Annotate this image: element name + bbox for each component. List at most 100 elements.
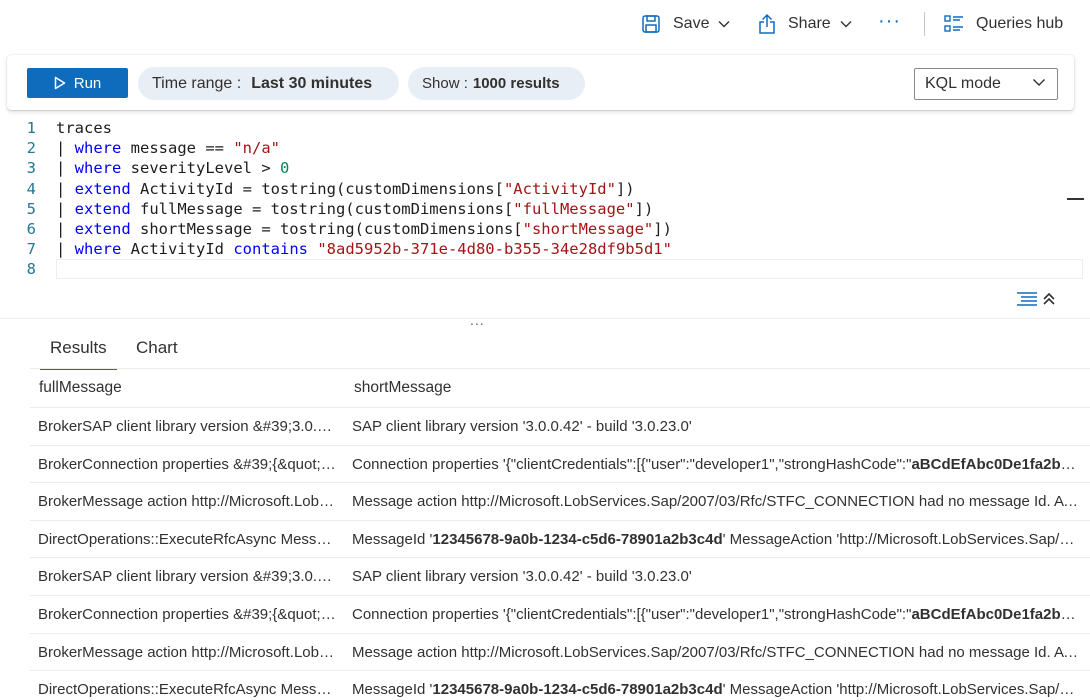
cell-text: SAP client library version '3.0.0.42' - … — [352, 568, 692, 585]
queries-hub-icon — [944, 15, 964, 33]
play-icon — [54, 76, 66, 90]
code-token: where — [75, 159, 122, 177]
code-token: message == — [121, 139, 233, 157]
cell-shortmessage: Connection properties '{"clientCredentia… — [352, 456, 1082, 473]
table-row[interactable]: BrokerSAP client library version &#39;3.… — [30, 558, 1090, 596]
time-range-picker[interactable]: Time range : Last 30 minutes — [138, 67, 399, 100]
cell-text: Message action http://Microsoft.LobServi… — [352, 493, 1082, 510]
code-line[interactable]: 4 | extend ActivityId = tostring(customDi… — [0, 179, 1090, 199]
time-range-value: Last 30 minutes — [251, 75, 372, 93]
table-row[interactable]: DirectOperations::ExecuteRfcAsync Messag… — [30, 671, 1090, 700]
share-label: Share — [788, 15, 831, 33]
cell-fullmessage: BrokerConnection properties &#39;{&quot;… — [38, 456, 338, 473]
cell-shortmessage: Message action http://Microsoft.LobServi… — [352, 493, 1082, 510]
code-text: | extend shortMessage = tostring(customD… — [56, 219, 672, 239]
code-text: | where ActivityId contains "8ad5952b-37… — [56, 239, 672, 259]
pane-splitter[interactable]: ... — [470, 312, 485, 328]
tab-chart[interactable]: Chart — [136, 338, 178, 368]
table-row[interactable]: BrokerConnection properties &#39;{&quot;… — [30, 596, 1090, 634]
query-mode-dropdown[interactable]: KQL mode — [914, 68, 1058, 100]
table-row[interactable]: BrokerMessage action http://Microsoft.Lo… — [30, 634, 1090, 672]
save-button[interactable]: Save — [641, 12, 731, 36]
code-token: extend — [75, 180, 131, 198]
queries-hub-label: Queries hub — [976, 15, 1063, 33]
code-line[interactable]: 6 | extend shortMessage = tostring(custom… — [0, 219, 1090, 239]
run-button[interactable]: Run — [27, 68, 128, 98]
code-token: where — [75, 139, 122, 157]
code-token: fullMessage = tostring(customDimensions[ — [131, 200, 514, 218]
code-text: | extend fullMessage = tostring(customDi… — [56, 199, 653, 219]
code-token: where — [75, 240, 122, 258]
code-token: "n/a" — [233, 139, 280, 157]
more-icon: ··· — [878, 10, 901, 33]
cell-fullmessage: DirectOperations::ExecuteRfcAsync Messag… — [38, 531, 338, 548]
query-mode-value: KQL mode — [925, 75, 1001, 93]
chevron-down-icon — [839, 17, 853, 31]
code-token: "fullMessage" — [513, 200, 634, 218]
code-token: | — [56, 159, 75, 177]
highlighted-value: aBCdEfAbc0De1fa2b3c4d5e6f — [911, 606, 1082, 623]
cell-fullmessage: BrokerSAP client library version &#39;3.… — [38, 418, 338, 435]
share-icon — [757, 13, 777, 35]
code-line[interactable]: 7| where ActivityId contains "8ad5952b-3… — [0, 239, 1090, 259]
cell-fullmessage: DirectOperations::ExecuteRfcAsync Messag… — [38, 681, 338, 698]
cell-fullmessage: BrokerConnection properties &#39;{&quot;… — [38, 606, 338, 623]
code-token: traces — [56, 119, 112, 137]
column-header-fullmessage[interactable]: fullMessage — [39, 379, 122, 397]
code-text: | where severityLevel > 0 — [56, 158, 289, 178]
cell-shortmessage: MessageId '12345678-9a0b-1234-c5d6-78901… — [352, 681, 1082, 698]
code-token: | — [56, 220, 75, 238]
line-number: 3 — [0, 158, 36, 178]
code-line[interactable]: 3 | where severityLevel > 0 — [0, 158, 1090, 178]
show-label: Show : — [422, 75, 468, 92]
code-token: | — [56, 240, 75, 258]
save-label: Save — [673, 15, 709, 33]
code-token: ]) — [635, 200, 654, 218]
code-token: "shortMessage" — [523, 220, 654, 238]
line-number: 6 — [0, 219, 36, 239]
code-line[interactable]: 8 — [0, 259, 1090, 279]
cell-text: SAP client library version '3.0.0.42' - … — [352, 418, 692, 435]
run-label: Run — [74, 75, 102, 92]
cell-text: MessageId ' — [352, 681, 432, 698]
cell-shortmessage: Connection properties '{"clientCredentia… — [352, 606, 1082, 623]
table-row[interactable]: BrokerConnection properties &#39;{&quot;… — [30, 446, 1090, 484]
line-number: 1 — [0, 118, 36, 138]
cell-fullmessage: BrokerSAP client library version &#39;3.… — [38, 568, 338, 585]
result-limit-picker[interactable]: Show : 1000 results — [408, 67, 585, 100]
code-text: | extend ActivityId = tostring(customDim… — [56, 179, 635, 199]
cell-shortmessage: SAP client library version '3.0.0.42' - … — [352, 568, 1082, 585]
cell-text: Connection properties '{"clientCredentia… — [352, 606, 911, 623]
save-icon — [641, 14, 661, 34]
cell-text: ' MessageAction 'http://Microsoft.LobSer… — [723, 681, 1082, 698]
cell-text: ' MessageAction 'http://Microsoft.LobSer… — [723, 531, 1082, 548]
code-token: extend — [75, 200, 131, 218]
cell-text: MessageId ' — [352, 531, 432, 548]
code-line[interactable]: 5| extend fullMessage = tostring(customD… — [0, 199, 1090, 219]
code-text: traces — [56, 118, 112, 138]
share-button[interactable]: Share — [757, 12, 853, 36]
highlighted-value: 12345678-9a0b-1234-c5d6-78901a2b3c4d — [432, 531, 722, 548]
cell-text: Connection properties '{"clientCredentia… — [352, 456, 911, 473]
queries-hub-button[interactable]: Queries hub — [944, 12, 1063, 36]
table-row[interactable]: DirectOperations::ExecuteRfcAsync Messag… — [30, 521, 1090, 559]
line-number: 2 — [0, 138, 36, 158]
code-token: | — [56, 180, 75, 198]
table-row[interactable]: BrokerMessage action http://Microsoft.Lo… — [30, 483, 1090, 521]
code-line[interactable]: 2| where message == "n/a" — [0, 138, 1090, 158]
collapse-icon[interactable] — [1042, 291, 1056, 312]
table-header: fullMessage shortMessage — [30, 368, 1090, 408]
code-line[interactable]: 1 traces — [0, 118, 1090, 138]
more-options-button[interactable]: ··· — [878, 9, 901, 33]
format-icon[interactable] — [1016, 291, 1038, 312]
code-token: "ActivityId" — [504, 180, 616, 198]
table-row[interactable]: BrokerSAP client library version &#39;3.… — [30, 408, 1090, 446]
editor-actions — [1016, 291, 1056, 312]
tab-results[interactable]: Results — [50, 338, 107, 368]
line-number: 4 — [0, 179, 36, 199]
highlighted-value: 12345678-9a0b-1234-c5d6-78901a2b3c4d — [432, 681, 722, 698]
code-token: "8ad5952b-371e-4d80-b355-34e28df9b5d1" — [317, 240, 672, 258]
command-bar: Save Share ··· Queries hub — [0, 0, 1090, 48]
column-header-shortmessage[interactable]: shortMessage — [354, 379, 451, 397]
query-editor[interactable]: 1traces2| where message == "n/a"3| where… — [0, 118, 1090, 318]
